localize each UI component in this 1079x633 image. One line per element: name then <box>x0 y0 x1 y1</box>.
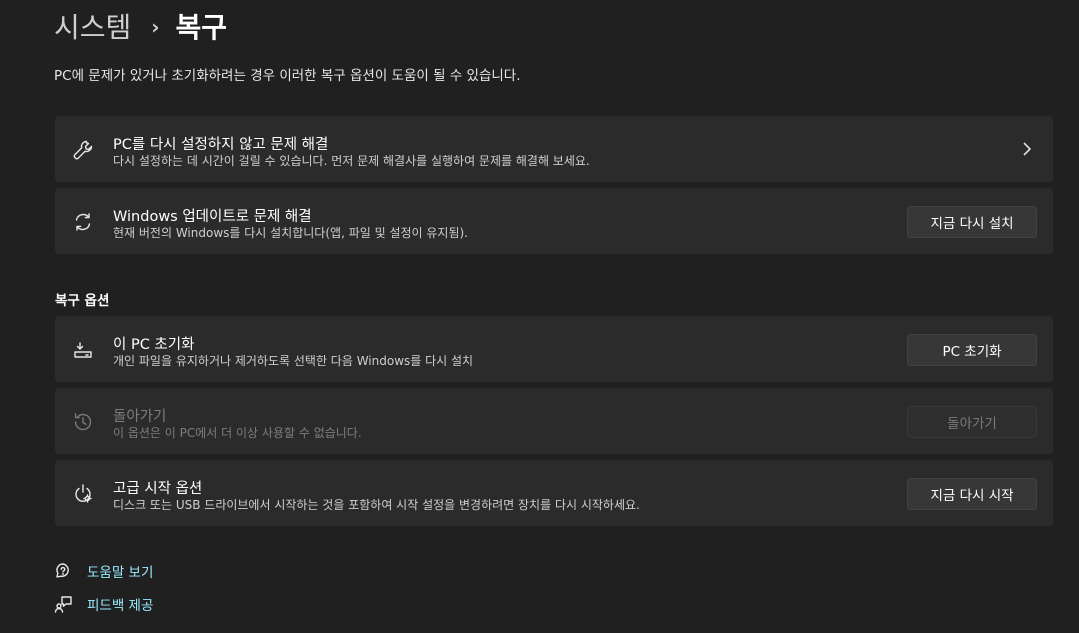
reset-pc-card: 이 PC 초기화 개인 파일을 유지하거나 제거하도록 선택한 다음 Windo… <box>55 316 1053 382</box>
go-back-button: 돌아가기 <box>907 406 1037 438</box>
troubleshoot-title: PC를 다시 설정하지 않고 문제 해결 <box>113 137 329 153</box>
advanced-startup-desc: 디스크 또는 USB 드라이브에서 시작하는 것을 포함하여 시작 설정을 변경… <box>113 498 640 512</box>
reset-pc-icon <box>71 338 95 362</box>
recovery-settings-page: 시스템 › 복구 PC에 문제가 있거나 초기화하려는 경우 이러한 복구 옵션… <box>0 0 1079 633</box>
recovery-options-heading: 복구 옵션 <box>55 293 110 309</box>
restart-now-button[interactable]: 지금 다시 시작 <box>907 478 1037 510</box>
advanced-startup-icon <box>71 482 95 506</box>
help-icon <box>54 562 72 580</box>
feedback-link-label[interactable]: 피드백 제공 <box>87 594 153 614</box>
history-icon <box>71 410 95 434</box>
reset-pc-title: 이 PC 초기화 <box>113 337 195 353</box>
reinstall-now-button[interactable]: 지금 다시 설치 <box>907 206 1037 238</box>
help-link[interactable]: 도움말 보기 <box>54 560 153 582</box>
advanced-startup-card: 고급 시작 옵션 디스크 또는 USB 드라이브에서 시작하는 것을 포함하여 … <box>55 460 1053 526</box>
intro-text: PC에 문제가 있거나 초기화하려는 경우 이러한 복구 옵션이 도움이 될 수… <box>54 68 521 84</box>
wrench-icon <box>71 138 95 162</box>
windows-update-title: Windows 업데이트로 문제 해결 <box>113 209 312 225</box>
troubleshoot-desc: 다시 설정하는 데 시간이 걸릴 수 있습니다. 먼저 문제 해결사를 실행하여… <box>113 154 590 168</box>
windows-update-desc: 현재 버전의 Windows를 다시 설치합니다(앱, 파일 및 설정이 유지됨… <box>113 226 468 240</box>
advanced-startup-title: 고급 시작 옵션 <box>113 481 203 497</box>
windows-update-card: Windows 업데이트로 문제 해결 현재 버전의 Windows를 다시 설… <box>55 188 1053 254</box>
go-back-title: 돌아가기 <box>113 409 167 425</box>
feedback-link[interactable]: 피드백 제공 <box>54 593 153 615</box>
feedback-icon <box>54 595 72 613</box>
refresh-icon <box>71 210 95 234</box>
help-link-label[interactable]: 도움말 보기 <box>87 561 153 581</box>
go-back-card: 돌아가기 이 옵션은 이 PC에서 더 이상 사용할 수 없습니다. 돌아가기 <box>55 388 1053 454</box>
reset-pc-button[interactable]: PC 초기화 <box>907 334 1037 366</box>
page-title: 복구 <box>175 11 228 44</box>
reset-pc-desc: 개인 파일을 유지하거나 제거하도록 선택한 다음 Windows를 다시 설치 <box>113 354 474 368</box>
breadcrumb-system[interactable]: 시스템 <box>54 6 131 46</box>
chevron-right-icon <box>1021 141 1033 157</box>
troubleshoot-card[interactable]: PC를 다시 설정하지 않고 문제 해결 다시 설정하는 데 시간이 걸릴 수 … <box>55 116 1053 182</box>
go-back-desc: 이 옵션은 이 PC에서 더 이상 사용할 수 없습니다. <box>113 426 362 440</box>
breadcrumb: 시스템 › 복구 <box>54 6 227 46</box>
breadcrumb-separator: › <box>151 15 160 39</box>
